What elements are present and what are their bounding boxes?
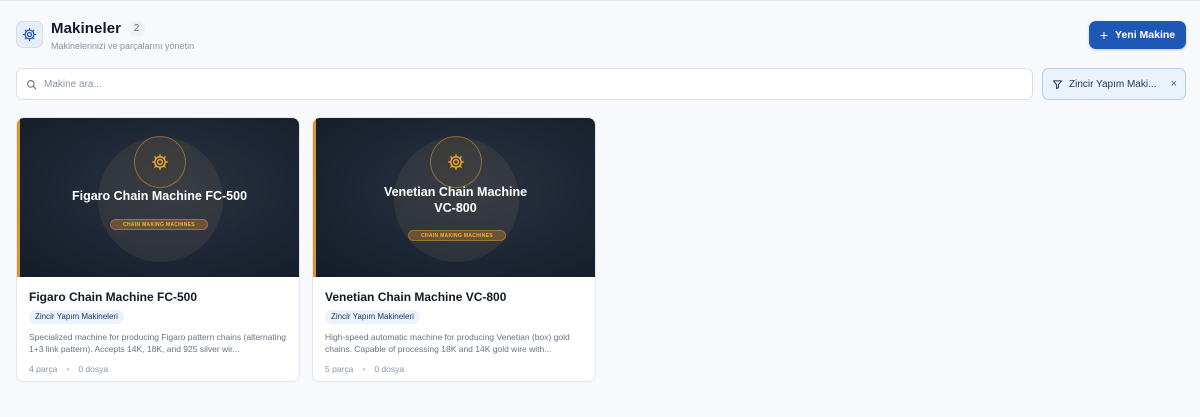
filter-icon [1052, 79, 1063, 89]
machine-count-badge: 2 [128, 21, 145, 37]
meta-separator: • [66, 364, 70, 374]
media-gear-ring [430, 136, 482, 188]
card-image: Figaro Chain Machine FC-500 CHAIN MAKING… [17, 118, 299, 277]
page-title: Makineler [51, 20, 122, 37]
machine-card[interactable]: Figaro Chain Machine FC-500 CHAIN MAKING… [16, 117, 300, 382]
parts-count: 4 parça [29, 364, 58, 374]
top-divider [0, 0, 1200, 1]
search-icon [27, 79, 37, 89]
meta-separator: • [362, 364, 366, 374]
parts-count: 5 parça [325, 364, 354, 374]
card-description: Specialized machine for producing Figaro… [29, 332, 287, 354]
card-image-title: Figaro Chain Machine FC-500 [71, 189, 248, 203]
search-input[interactable] [44, 69, 1032, 99]
card-meta: 5 parça • 0 dosya [325, 364, 584, 374]
card-title: Venetian Chain Machine VC-800 [325, 290, 507, 304]
close-icon[interactable]: × [1171, 78, 1177, 90]
card-image-tag: CHAIN MAKING MACHINES [110, 219, 208, 230]
card-meta: 4 parça • 0 dosya [29, 364, 288, 374]
machine-card[interactable]: Venetian Chain Machine VC-800 CHAIN MAKI… [312, 117, 596, 382]
card-image-title-line: VC-800 [434, 201, 477, 215]
card-image: Venetian Chain Machine VC-800 CHAIN MAKI… [313, 118, 595, 277]
plus-icon: + [1099, 27, 1109, 43]
media-gear-ring [134, 136, 186, 188]
card-image-title: Venetian Chain Machine VC-800 [316, 184, 595, 216]
files-count: 0 dosya [78, 364, 109, 374]
card-image-title-line: Venetian Chain Machine [383, 185, 528, 199]
machines-header-icon [16, 21, 43, 48]
category-badge: Zincir Yapım Makineleri [325, 310, 420, 324]
new-machine-button[interactable]: + Yeni Makine [1089, 21, 1186, 49]
gear-icon [152, 154, 168, 170]
category-filter-chip[interactable]: Zincir Yapım Maki... × [1042, 68, 1186, 100]
page-subtitle: Makinelerinizi ve parçalarını yönetin [51, 41, 195, 51]
gear-icon [22, 27, 37, 42]
new-machine-label: Yeni Makine [1115, 29, 1176, 41]
search-box[interactable] [16, 68, 1033, 100]
card-title: Figaro Chain Machine FC-500 [29, 290, 198, 304]
files-count: 0 dosya [374, 364, 405, 374]
category-badge: Zincir Yapım Makineleri [29, 310, 124, 324]
filter-chip-label: Zincir Yapım Maki... [1069, 78, 1157, 90]
card-image-tag: CHAIN MAKING MACHINES [408, 230, 506, 241]
card-description: High-speed automatic machine for produci… [325, 332, 570, 354]
gear-icon [448, 154, 464, 170]
